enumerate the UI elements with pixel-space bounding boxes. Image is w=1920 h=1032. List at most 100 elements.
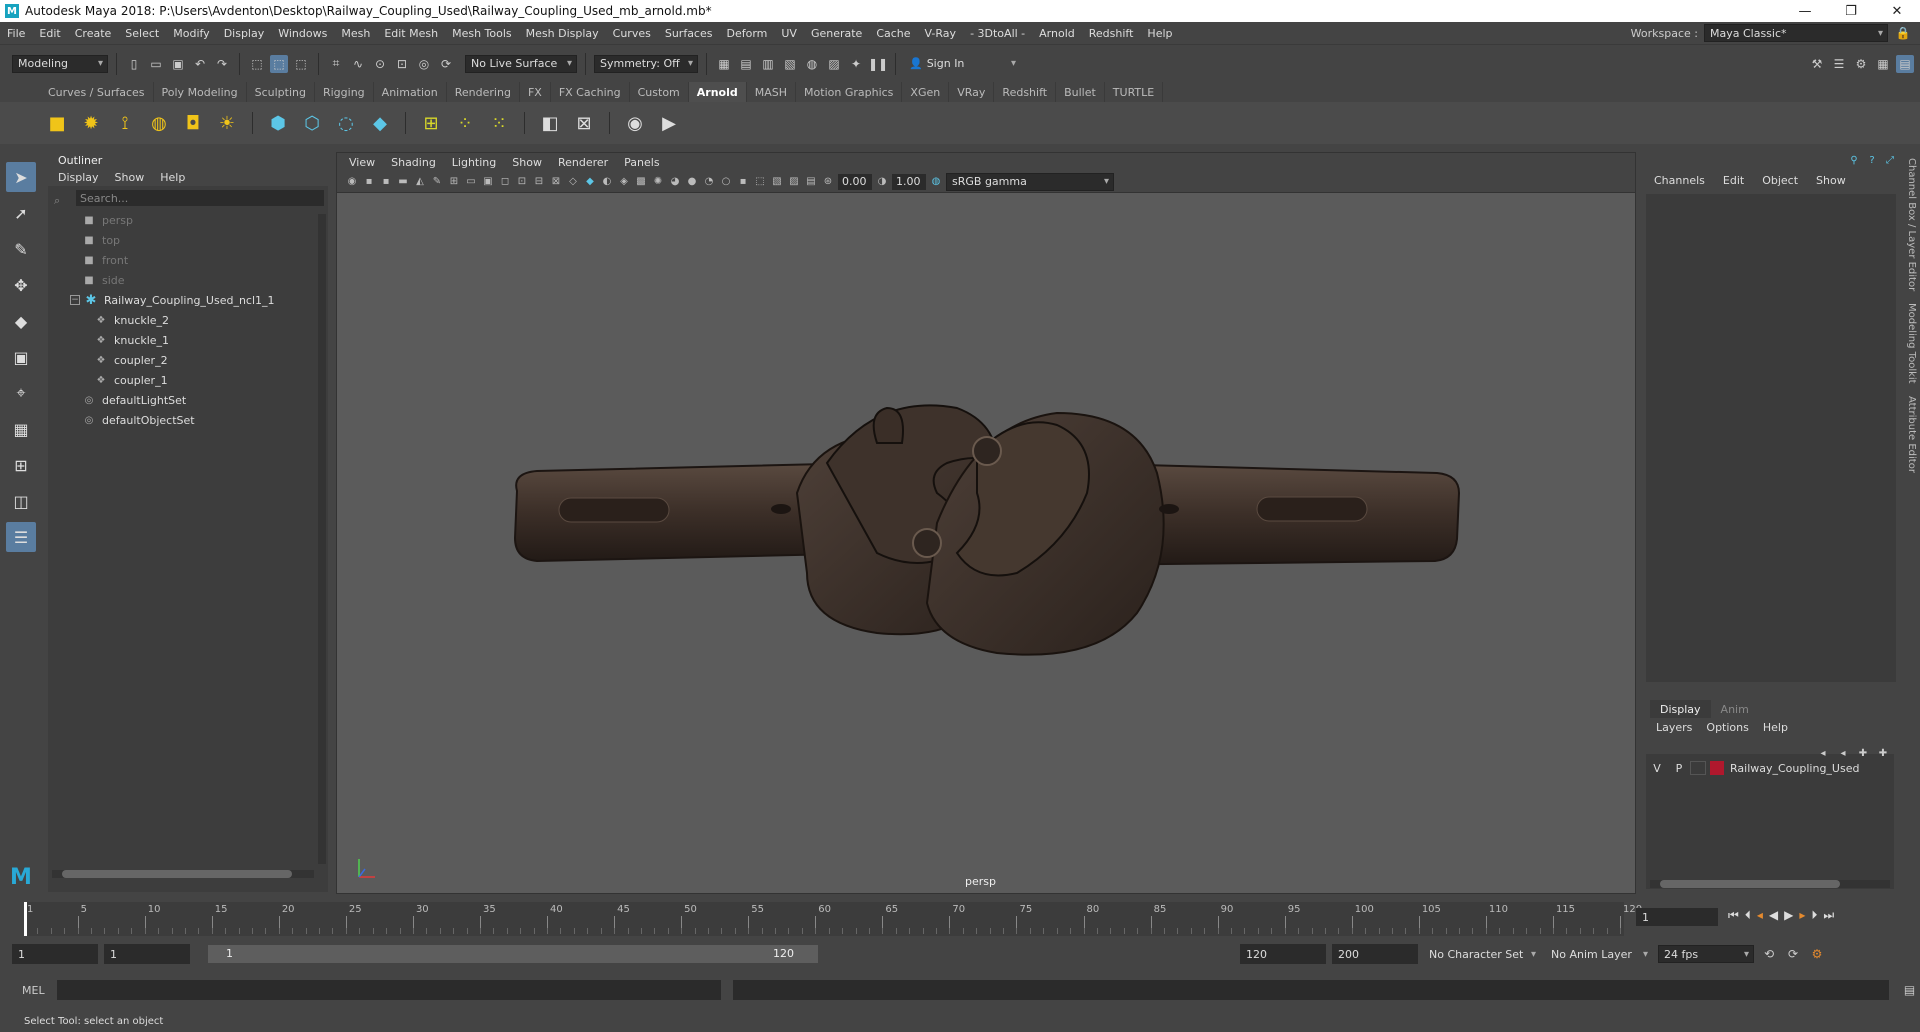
menu-curves[interactable]: Curves — [606, 27, 658, 40]
pause-viewport-icon[interactable]: ❚❚ — [868, 55, 888, 73]
menu-mesh[interactable]: Mesh — [334, 27, 377, 40]
auto-key-icon[interactable]: ⟳ — [1784, 945, 1802, 963]
symmetry-dropdown[interactable]: Symmetry: Off — [594, 54, 698, 73]
menu-mesh-tools[interactable]: Mesh Tools — [445, 27, 519, 40]
menu-vray[interactable]: V-Ray — [918, 27, 964, 40]
side-tab-channel-box[interactable]: Channel Box / Layer Editor — [1904, 152, 1919, 297]
playback-start-field[interactable]: 1 — [104, 944, 190, 964]
exposure-field[interactable]: 0.00 — [838, 173, 872, 190]
scale-tool-icon[interactable]: ▣ — [6, 342, 36, 372]
shelf-tab-rigging[interactable]: Rigging — [315, 82, 374, 102]
outliner-item-knuckle-1[interactable]: ❖ knuckle_1 — [48, 330, 328, 350]
close-button[interactable]: ✕ — [1874, 0, 1920, 22]
outliner-item-default-light-set[interactable]: ◎ defaultLightSet — [48, 390, 328, 410]
shelf-tab-custom[interactable]: Custom — [630, 82, 689, 102]
grease-pencil-icon[interactable]: ✎ — [430, 175, 444, 189]
wireframe-on-shaded-icon[interactable]: ◈ — [617, 175, 631, 189]
viewport-menu-view[interactable]: View — [341, 156, 383, 169]
four-view-layout-icon[interactable]: ⊞ — [6, 450, 36, 480]
step-forward-frame-icon[interactable]: ▸ — [1799, 908, 1805, 923]
grid-icon[interactable]: ⊞ — [447, 175, 461, 189]
snap-point-icon[interactable]: ⊙ — [371, 55, 389, 73]
menu-set-dropdown[interactable]: Modeling — [12, 54, 108, 73]
layer-help-menu[interactable]: Help — [1763, 721, 1788, 734]
tool-settings-icon[interactable]: ⚙ — [1852, 55, 1870, 73]
layer-visibility-toggle[interactable]: V — [1646, 762, 1668, 775]
play-render-icon[interactable]: ▶ — [656, 110, 682, 136]
render-setup-icon[interactable]: ▨ — [825, 55, 843, 73]
textured-icon[interactable]: ▩ — [634, 175, 648, 189]
rotate-tool-icon[interactable]: ◆ — [6, 306, 36, 336]
layer-horizontal-scrollbar[interactable] — [1650, 880, 1890, 888]
time-slider[interactable]: 1 5 10 15 20 25 30 35 40 45 50 55 60 65 70 75 80 85 90 95 10… — [0, 898, 1920, 938]
command-language-label[interactable]: MEL — [22, 984, 45, 997]
menu-redshift[interactable]: Redshift — [1082, 27, 1141, 40]
character-set-dropdown[interactable]: No Character Set — [1424, 945, 1540, 963]
viewport-menu-lighting[interactable]: Lighting — [444, 156, 504, 169]
options-menu[interactable]: Options — [1706, 721, 1748, 734]
outliner-vertical-scrollbar[interactable] — [318, 214, 326, 864]
volume-icon[interactable]: ⬡ — [299, 110, 325, 136]
menu-display[interactable]: Display — [217, 27, 272, 40]
screen-space-ao-icon[interactable]: ● — [685, 175, 699, 189]
gate-mask-icon[interactable]: ◻ — [498, 175, 512, 189]
new-layer-selected-icon[interactable]: ✚ — [1876, 746, 1890, 760]
select-component-icon[interactable]: ⬚ — [292, 55, 310, 73]
maximize-button[interactable]: ❐ — [1828, 0, 1874, 22]
snap-grid-icon[interactable]: ⌗ — [327, 55, 345, 73]
outliner-menu-show[interactable]: Show — [115, 171, 145, 184]
layer-tab-display[interactable]: Display — [1650, 700, 1711, 718]
layer-row[interactable]: V P Railway_Coupling_Used — [1646, 758, 1894, 778]
outliner-search-input[interactable]: Search... — [76, 190, 324, 206]
render-setup-icon[interactable]: ⊞ — [418, 110, 444, 136]
gamma-icon[interactable]: ◑ — [875, 175, 889, 189]
modeling-toolkit-icon[interactable]: ⚒ — [1808, 55, 1826, 73]
layer-tab-anim[interactable]: Anim — [1711, 700, 1759, 718]
playback-end-field[interactable]: 120 — [1240, 944, 1326, 964]
shelf-tab-fx[interactable]: FX — [520, 82, 551, 102]
outliner-item-persp[interactable]: ■ persp — [48, 210, 328, 230]
shelf-tab-vray[interactable]: VRay — [949, 82, 995, 102]
new-scene-icon[interactable]: ▯ — [125, 55, 143, 73]
photometric-light-icon[interactable]: ⟟ — [112, 110, 138, 136]
outliner-menu-display[interactable]: Display — [58, 171, 99, 184]
float-panel-icon[interactable]: ⤢ — [1884, 154, 1896, 166]
render-view-eye-icon[interactable]: ◉ — [622, 110, 648, 136]
menu-modify[interactable]: Modify — [166, 27, 216, 40]
paint-select-tool-icon[interactable]: ✎ — [6, 234, 36, 264]
fps-dropdown[interactable]: 24 fps — [1658, 945, 1754, 963]
command-input[interactable] — [56, 980, 721, 1000]
use-all-lights-icon[interactable]: ✺ — [651, 175, 665, 189]
layer-playback-toggle[interactable]: P — [1668, 762, 1690, 775]
resolution-gate-icon[interactable]: ▣ — [481, 175, 495, 189]
shelf-tab-xgen[interactable]: XGen — [902, 82, 950, 102]
shelf-tab-animation[interactable]: Animation — [374, 82, 447, 102]
move-layer-up-icon[interactable]: ◂ — [1816, 746, 1830, 760]
viewport-menu-shading[interactable]: Shading — [383, 156, 444, 169]
bookmark-icon[interactable]: ▪ — [379, 175, 393, 189]
workspace-dropdown[interactable]: Maya Classic* — [1704, 24, 1888, 42]
shelf-tab-turtle[interactable]: TURTLE — [1105, 82, 1164, 102]
loop-icon[interactable]: ⟲ — [1760, 945, 1778, 963]
depth-of-field-icon[interactable]: ▪ — [736, 175, 750, 189]
outliner-menu-help[interactable]: Help — [160, 171, 185, 184]
outliner-item-front[interactable]: ■ front — [48, 250, 328, 270]
layer-editor-icon[interactable]: ▤ — [1896, 54, 1914, 73]
safe-title-icon[interactable]: ⊠ — [549, 175, 563, 189]
menu-file[interactable]: File — [0, 27, 32, 40]
xray-joints-icon[interactable]: ▨ — [787, 175, 801, 189]
menu-3dtoall[interactable]: - 3DtoAll - — [963, 27, 1032, 40]
shelf-tab-fx-caching[interactable]: FX Caching — [551, 82, 630, 102]
light-portal-icon[interactable]: ◘ — [180, 110, 206, 136]
current-time-indicator[interactable] — [24, 902, 27, 936]
mesh-light-icon[interactable]: ✹ — [78, 110, 104, 136]
wireframe-icon[interactable]: ◇ — [566, 175, 580, 189]
physical-sky-icon[interactable]: ☀ — [214, 110, 240, 136]
open-scene-icon[interactable]: ▭ — [147, 55, 165, 73]
exposure-icon[interactable]: ⊛ — [821, 175, 835, 189]
railway-coupling-model[interactable] — [337, 193, 1635, 873]
shelf-tab-sculpting[interactable]: Sculpting — [247, 82, 315, 102]
single-perspective-layout-icon[interactable]: ▦ — [6, 414, 36, 444]
play-forward-icon[interactable]: ▶ — [1784, 908, 1793, 923]
shelf-tab-arnold[interactable]: Arnold — [688, 82, 747, 102]
